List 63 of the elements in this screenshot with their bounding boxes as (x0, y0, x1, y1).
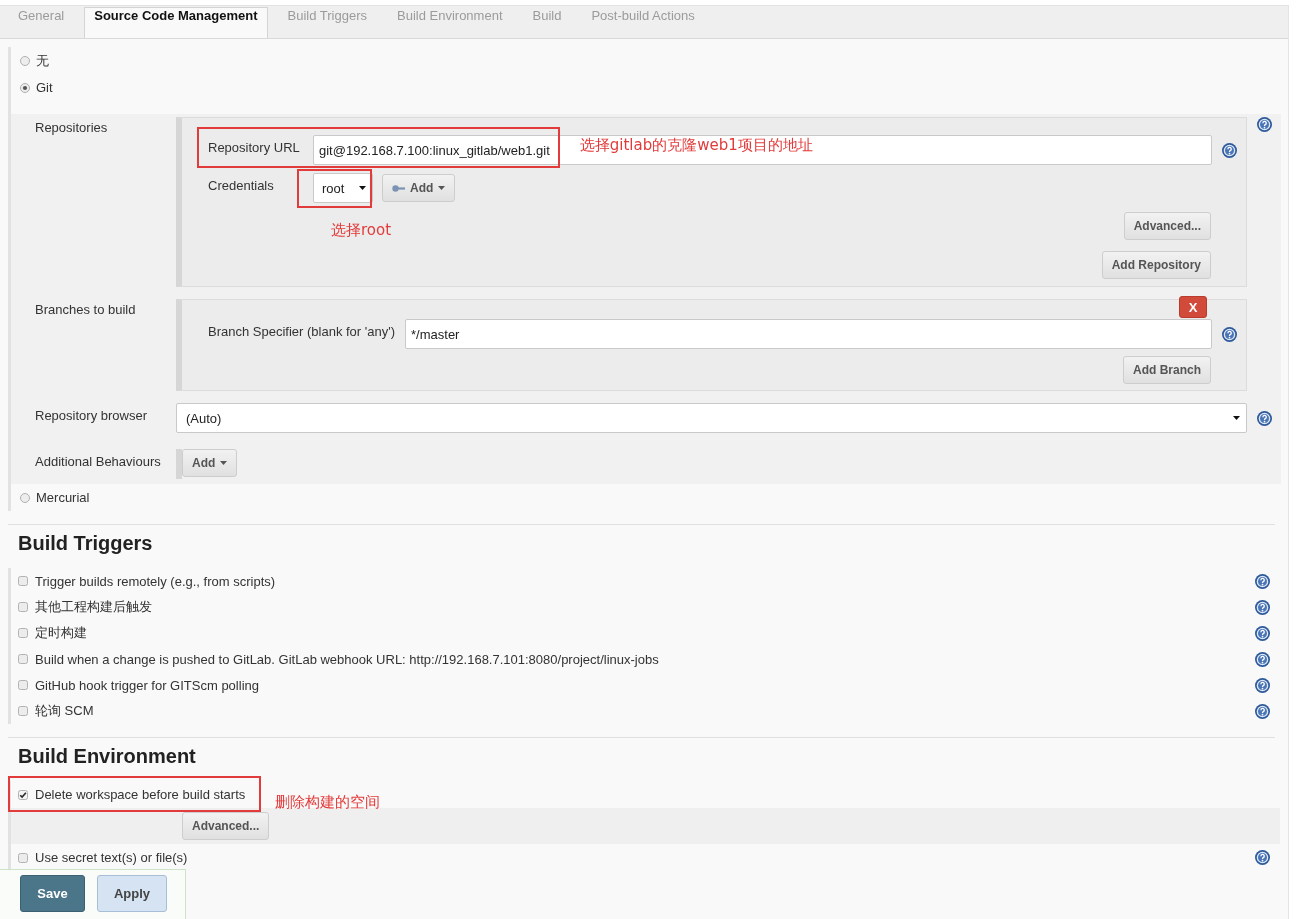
checkbox[interactable] (18, 654, 28, 664)
add-branch-button[interactable]: Add Branch (1123, 356, 1211, 384)
help-icon[interactable] (1255, 677, 1270, 693)
advanced-button[interactable]: Advanced... (1123, 212, 1211, 240)
section-label: Additional Behaviours (34, 453, 162, 469)
caret-icon (1233, 416, 1240, 420)
advanced-button[interactable]: Advanced... (182, 812, 270, 840)
checkbox[interactable] (18, 706, 28, 716)
add-button[interactable]: Add (182, 449, 238, 477)
help-icon[interactable] (1222, 327, 1237, 342)
checkbox-label: 定时构建 (35, 624, 87, 642)
add-button[interactable]: Add (382, 174, 456, 202)
help-icon[interactable] (1222, 143, 1237, 158)
checkbox[interactable] (18, 628, 28, 638)
caret-icon (438, 186, 446, 190)
tab[interactable]: Source Code Management (84, 7, 268, 38)
checkbox-label: Build when a change is pushed to GitLab. GitLab webhook URL: http://192.168.7.101:8080/project/linux-jobs (35, 651, 659, 667)
annotation-text: 选择gitlab的克隆web1项目的地址 (579, 136, 813, 154)
field-label: Branch Specifier (blank for 'any') (208, 323, 396, 339)
select-field[interactable]: (Auto) (176, 403, 1247, 433)
radio-label: Git (36, 80, 53, 95)
save-button[interactable]: Save (20, 875, 85, 912)
caret-icon (359, 186, 366, 190)
help-icon[interactable] (1255, 599, 1270, 615)
radio-button[interactable] (20, 492, 30, 503)
checkbox-label: 其他工程构建后触发 (35, 598, 152, 616)
delete-button[interactable]: X (1179, 296, 1207, 318)
radio-label: 无 (36, 51, 49, 70)
checkbox[interactable] (18, 789, 28, 800)
help-icon[interactable] (1255, 625, 1270, 641)
checkbox[interactable] (18, 852, 28, 863)
select-field[interactable]: root (313, 173, 373, 203)
help-icon[interactable] (1257, 117, 1272, 132)
field-label: Credentials (208, 177, 275, 193)
help-icon[interactable] (1255, 651, 1270, 667)
text-field[interactable]: */master (405, 319, 1212, 349)
section-heading: Build Environment (18, 744, 197, 768)
add-repository-button[interactable]: Add Repository (1101, 251, 1211, 279)
checkbox[interactable] (18, 680, 28, 690)
help-icon[interactable] (1255, 703, 1270, 719)
field-label: Repository URL (208, 139, 301, 155)
radio-button[interactable] (20, 82, 30, 93)
section-label: Repositories (34, 119, 109, 135)
checkbox-label: Use secret text(s) or file(s) (35, 850, 188, 865)
checkbox-label: Trigger builds remotely (e.g., from scripts) (35, 573, 276, 589)
checkbox-label: GitHub hook trigger for GITScm polling (35, 677, 259, 693)
section-label: Repository browser (34, 407, 148, 423)
checkbox[interactable] (18, 576, 28, 586)
key-icon (392, 184, 405, 192)
section-label: Branches to build (34, 301, 137, 317)
annotation-text: 选择root (331, 221, 392, 239)
checkbox-label: Delete workspace before build starts (35, 787, 246, 802)
checkbox[interactable] (18, 602, 28, 612)
checkbox-label: 轮询 SCM (35, 702, 94, 720)
radio-button[interactable] (20, 55, 30, 66)
help-icon[interactable] (1255, 573, 1270, 589)
help-icon[interactable] (1255, 850, 1270, 865)
radio-label: Mercurial (36, 490, 90, 505)
annotation-text: 删除构建的空间 (275, 793, 381, 811)
apply-button[interactable]: Apply (97, 875, 167, 912)
section-heading: Build Triggers (18, 531, 154, 555)
help-icon[interactable] (1257, 411, 1272, 426)
caret-icon (220, 461, 228, 465)
